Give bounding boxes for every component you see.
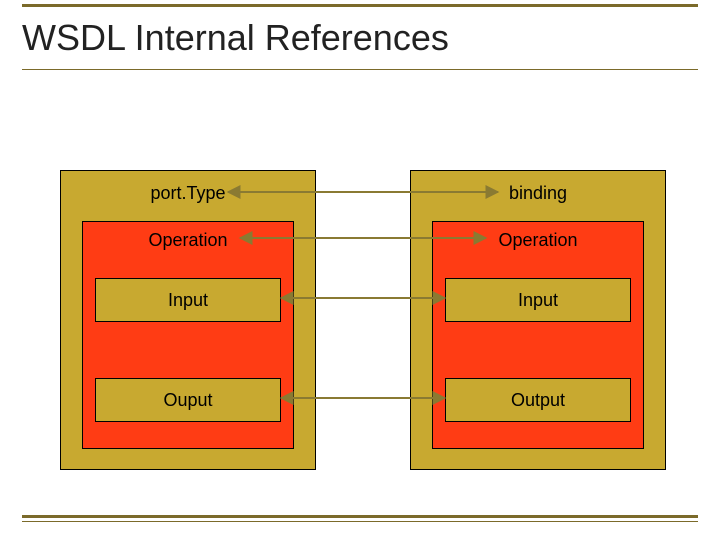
input-box-right: Input — [445, 278, 631, 322]
footer-rule-top — [22, 515, 698, 518]
operation-box-left: Operation Input Ouput — [82, 221, 294, 449]
output-box-right: Output — [445, 378, 631, 422]
binding-box: binding Operation Input Output — [410, 170, 666, 470]
binding-label: binding — [411, 171, 665, 204]
operation-box-right: Operation Input Output — [432, 221, 644, 449]
input-box-left: Input — [95, 278, 281, 322]
operation-label-right: Operation — [433, 222, 643, 251]
footer-rule-bottom — [22, 521, 698, 522]
diagram-stage: port.Type Operation Input Ouput binding … — [0, 0, 720, 540]
operation-label-left: Operation — [83, 222, 293, 251]
porttype-label: port.Type — [61, 171, 315, 204]
porttype-box: port.Type Operation Input Ouput — [60, 170, 316, 470]
output-box-left: Ouput — [95, 378, 281, 422]
